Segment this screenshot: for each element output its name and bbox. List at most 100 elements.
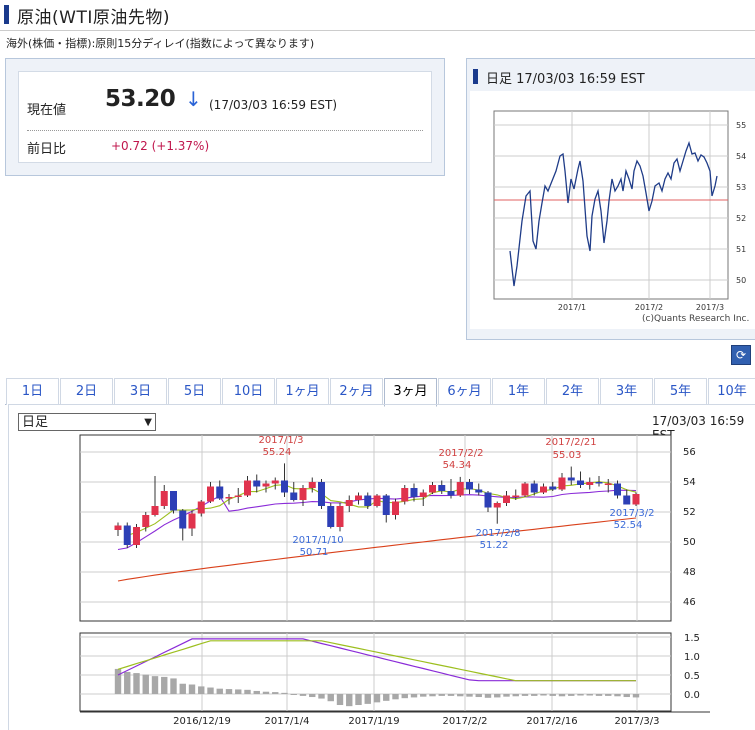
candle-body [336,506,344,527]
osc-bar [577,694,584,696]
candle-body [604,483,612,485]
annotation-value: 55.03 [553,450,582,461]
annotation-value: 51.22 [480,540,509,551]
candle-body [429,485,436,493]
osc-bar [373,694,381,703]
annotation-value: 50.71 [300,547,329,558]
candle-body [290,492,298,500]
candle-body [382,495,390,515]
ytick: 48 [683,567,696,578]
osc-bar [429,694,436,697]
candle-body [216,486,224,499]
osc-bar [124,671,131,694]
osc-bar [521,694,529,696]
candle-body [179,510,187,529]
x-axis-labels: 2016/12/19 2017/1/4 2017/1/19 2017/2/2 2… [173,716,659,727]
osc-bar [383,694,390,701]
osc-bar [327,694,334,702]
candle-body [558,477,566,490]
candle-body [456,482,464,496]
candle-body [577,480,584,485]
osc-bar [198,686,205,694]
osc-bar [457,694,464,697]
osc-bar [540,694,547,696]
candle-body [614,483,621,496]
xtick: 2017/3/3 [615,716,660,727]
osc-ytick: 1.5 [684,633,700,644]
xtick: 2017/2/2 [443,716,488,727]
osc-bar [586,694,593,696]
osc-bar [595,694,603,696]
osc-bar [623,694,630,698]
candle-body [207,486,214,502]
candle-body [151,506,159,515]
osc-bar [531,694,538,696]
y-axis-labels: 56 54 52 50 48 46 [683,447,696,608]
annotation-value: 55.24 [263,447,292,458]
candle-body [299,488,307,500]
candle-body [438,485,446,491]
osc-bar [410,694,418,698]
candle-body [484,492,492,508]
candle-body [133,527,140,545]
annotation-date: 2017/3/2 [610,508,655,519]
osc-ytick: 0.0 [684,690,700,701]
candle-body [234,495,242,497]
osc-bar [188,684,196,694]
osc-bar [614,694,621,697]
osc-bar [225,689,233,694]
candle-body [355,495,362,500]
annotation-value: 52.54 [614,520,643,531]
candle-body [373,495,381,506]
candle-body [392,501,399,515]
osc-bar [364,694,371,704]
candle-body [327,506,335,527]
osc-bar [216,688,223,694]
ytick: 52 [683,507,696,518]
osc-bar [114,668,122,694]
candle-body [253,480,261,487]
annotation-value: 54.34 [443,460,472,471]
xtick: 2017/1/4 [265,716,310,727]
candle-body [521,483,529,496]
candle-body [188,513,196,529]
candle-body [281,480,288,493]
candle-body [447,491,455,496]
annotation-date: 2017/1/3 [259,435,304,446]
candle-body [364,495,372,506]
osc-bar [262,691,270,694]
osc-y-axis-labels: 1.5 1.0 0.5 0.0 [684,633,700,701]
xtick: 2017/1/19 [348,716,399,727]
ytick: 50 [683,537,696,548]
xtick: 2016/12/19 [173,716,231,727]
candle-body [475,489,483,493]
osc-bar [605,694,612,696]
candle-body [503,495,510,503]
xtick: 2017/2/16 [526,716,577,727]
candle-body [244,480,251,496]
candle-body [540,486,547,493]
annotation-date: 2017/2/2 [439,448,484,459]
osc-bar [512,694,519,697]
osc-bar [179,683,186,694]
candle-body [160,491,168,506]
osc-bar [632,694,640,698]
candle-body [318,482,325,506]
candle-body [493,503,501,508]
osc-bar [253,690,260,694]
candle-body [345,500,353,506]
candle-body [419,492,427,497]
ytick: 46 [683,597,696,608]
annotation-date: 2017/2/8 [476,528,521,539]
osc-bar [558,694,566,697]
osc-bar [142,674,149,694]
osc-bar [447,694,455,696]
candle-body [197,501,205,514]
candle-body [466,482,473,490]
osc-bar [420,694,427,697]
candle-body [632,494,640,505]
osc-bar [235,689,242,694]
candlestick-chart: 2017/1/355.24 2017/2/254.342017/2/2155.03… [79,434,710,727]
candle-body [410,488,418,497]
candle-body [567,477,575,481]
